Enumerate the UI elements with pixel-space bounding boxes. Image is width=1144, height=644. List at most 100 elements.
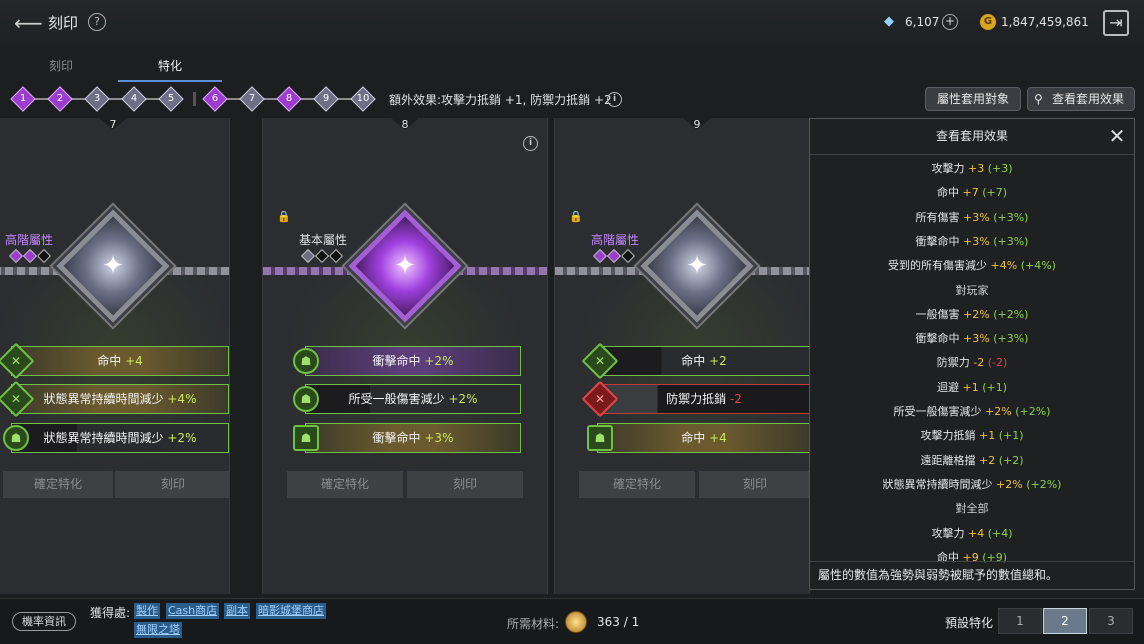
material-count: 363 / 1 (597, 615, 640, 629)
panel-stat-name: 防禦力 (936, 356, 970, 370)
diamond-count: 6,107 (905, 15, 940, 29)
preset-button[interactable]: 2 (1043, 608, 1087, 634)
stat-icon: ☗ (293, 425, 319, 451)
panel-stat-name: 攻擊力 (931, 526, 965, 540)
preset-button[interactable]: 1 (998, 608, 1042, 634)
material-coin-icon (565, 611, 587, 633)
level-pip[interactable]: 4 (121, 86, 147, 112)
panel-stat-row: 命中 +7 (+7) (810, 181, 1134, 205)
lock-icon: 🔒 (569, 210, 583, 223)
exit-icon[interactable]: ⇥ (1103, 10, 1129, 36)
panel-stat-value: +2% (985, 405, 1012, 418)
confirm-spec-button[interactable]: 確定特化 (3, 471, 113, 498)
panel-section-header: 對全部 (955, 502, 989, 516)
panel-stat-total: (+1) (998, 429, 1024, 443)
source-link[interactable]: Cash商店 (166, 603, 220, 619)
level-pip[interactable]: 7 (239, 86, 265, 112)
preset-button[interactable]: 3 (1089, 608, 1133, 634)
panel-stat-total: (+3%) (993, 332, 1029, 346)
panel-stat-total: (+3%) (993, 210, 1029, 224)
source-link[interactable]: 製作 (134, 603, 160, 619)
level-pip[interactable]: 10 (350, 86, 376, 112)
panel-stat-total: (+7) (982, 186, 1008, 200)
tier-label: 高階屬性 (5, 233, 54, 247)
view-effect-button[interactable]: ⚲ 查看套用效果 (1027, 87, 1135, 111)
panel-stat-value: +1 (978, 429, 996, 443)
tab-specialization[interactable]: 特化 (118, 58, 222, 82)
panel-stat-total: (+2%) (993, 307, 1029, 321)
source-link[interactable]: 無限之塔 (134, 622, 182, 638)
panel-stat-value: +2 (978, 453, 996, 467)
panel-stat-total: (+4%) (1020, 259, 1056, 273)
panel-stat-name: 衝擊命中 (915, 234, 960, 248)
engrave-button[interactable]: 刻印 (699, 471, 809, 498)
info-icon[interactable]: i (607, 92, 622, 107)
level-pip[interactable]: 5 (158, 86, 184, 112)
stat-row[interactable]: 衝擊命中 +3% (305, 423, 521, 453)
level-pip[interactable]: 6 (202, 86, 228, 112)
engrave-button[interactable]: 刻印 (115, 471, 229, 498)
level-pip[interactable]: 9 (313, 86, 339, 112)
source-link[interactable]: 暗影城堡商店 (256, 603, 326, 619)
info-icon[interactable]: i (523, 136, 538, 151)
panel-stat-value: +2% (996, 477, 1023, 491)
panel-stat-name: 衝擊命中 (915, 332, 960, 346)
stat-row[interactable]: 命中 +2 (597, 346, 809, 376)
apply-target-button[interactable]: 屬性套用對象 (925, 87, 1021, 111)
level-pip[interactable]: 1 (10, 86, 36, 112)
panel-stat-name: 受到的所有傷害減少 (888, 259, 988, 273)
stat-row[interactable]: 命中 +4 (11, 346, 229, 376)
tab-engrave[interactable]: 刻印 (36, 58, 86, 82)
stat-row[interactable]: 防禦力抵銷 -2 (597, 384, 809, 414)
engrave-button[interactable]: 刻印 (407, 471, 523, 498)
panel-stat-name: 所受一般傷害減少 (893, 405, 982, 418)
spec-card: 9 🔒 高階屬性 ✦ 命中 +2 ✕ 防禦力抵銷 -2 ✕ 命中 +4 ☗ 確定… (554, 118, 810, 594)
search-icon: ⚲ (1034, 92, 1043, 106)
panel-stat-total: (+1) (982, 380, 1008, 394)
panel-section-header: 對玩家 (955, 283, 989, 297)
confirm-spec-button[interactable]: 確定特化 (579, 471, 695, 498)
panel-stat-value: +3% (963, 210, 990, 224)
panel-stat-value: +7 (962, 186, 979, 200)
panel-stat-value: -2 (973, 356, 985, 370)
back-arrow-icon[interactable]: ⟵ (14, 10, 43, 36)
panel-stat-row: 一般傷害 +2% (+2%) (810, 303, 1134, 327)
pip-separator (193, 92, 196, 106)
level-pip[interactable]: 8 (276, 86, 302, 112)
stat-row[interactable]: 所受一般傷害減少 +2% (305, 384, 521, 414)
panel-stat-total: (+2%) (1026, 477, 1062, 491)
card-number: 7 (109, 118, 117, 131)
source-link[interactable]: 副本 (224, 603, 250, 619)
panel-stat-name: 命中 (936, 186, 959, 200)
knot-icon: ✦ (102, 251, 124, 281)
panel-stat-row: 所有傷害 +3% (+3%) (810, 206, 1134, 230)
confirm-spec-button[interactable]: 確定特化 (287, 471, 403, 498)
panel-stat-row: 狀態異常持續時間減少 +2% (+2%) (810, 473, 1134, 497)
tier-diamond (300, 248, 316, 264)
add-diamond-button[interactable]: + (942, 14, 958, 30)
stat-row[interactable]: 狀態異常持續時間減少 +4% (11, 384, 229, 414)
stat-row[interactable]: 命中 +4 (597, 423, 809, 453)
panel-stat-value: +3 (967, 162, 985, 175)
panel-stat-value: +3% (963, 332, 990, 346)
stat-row[interactable]: 衝擊命中 +2% (305, 346, 521, 376)
diamond-icon: ◆ (884, 14, 894, 29)
help-icon[interactable]: ? (88, 13, 106, 31)
top-bar (0, 0, 1144, 48)
panel-stat-total: (+3) (987, 162, 1013, 175)
spec-card: 7 i 高階屬性 ✦ 命中 +4 ✕ 狀態異常持續時間減少 +4% ✕ 狀態異常… (0, 118, 230, 594)
tier-label: 高階屬性 (591, 233, 640, 247)
stat-row[interactable]: 狀態異常持續時間減少 +2% (11, 423, 229, 453)
close-icon[interactable]: ✕ (1108, 126, 1126, 146)
gold-count: 1,847,459,861 (1001, 15, 1089, 29)
level-pip[interactable]: 2 (47, 86, 73, 112)
level-pip[interactable]: 3 (84, 86, 110, 112)
page-title: 刻印 (48, 14, 79, 32)
lock-icon: 🔒 (277, 210, 291, 223)
panel-stat-row: 攻擊力抵銷 +1 (+1) (810, 424, 1134, 448)
probability-info-button[interactable]: 機率資訊 (12, 612, 76, 631)
panel-stat-value: +4% (990, 259, 1018, 273)
obtain-label: 獲得處: (90, 606, 131, 620)
stat-icon: ☗ (587, 425, 613, 451)
panel-title: 查看套用效果 (810, 119, 1134, 155)
